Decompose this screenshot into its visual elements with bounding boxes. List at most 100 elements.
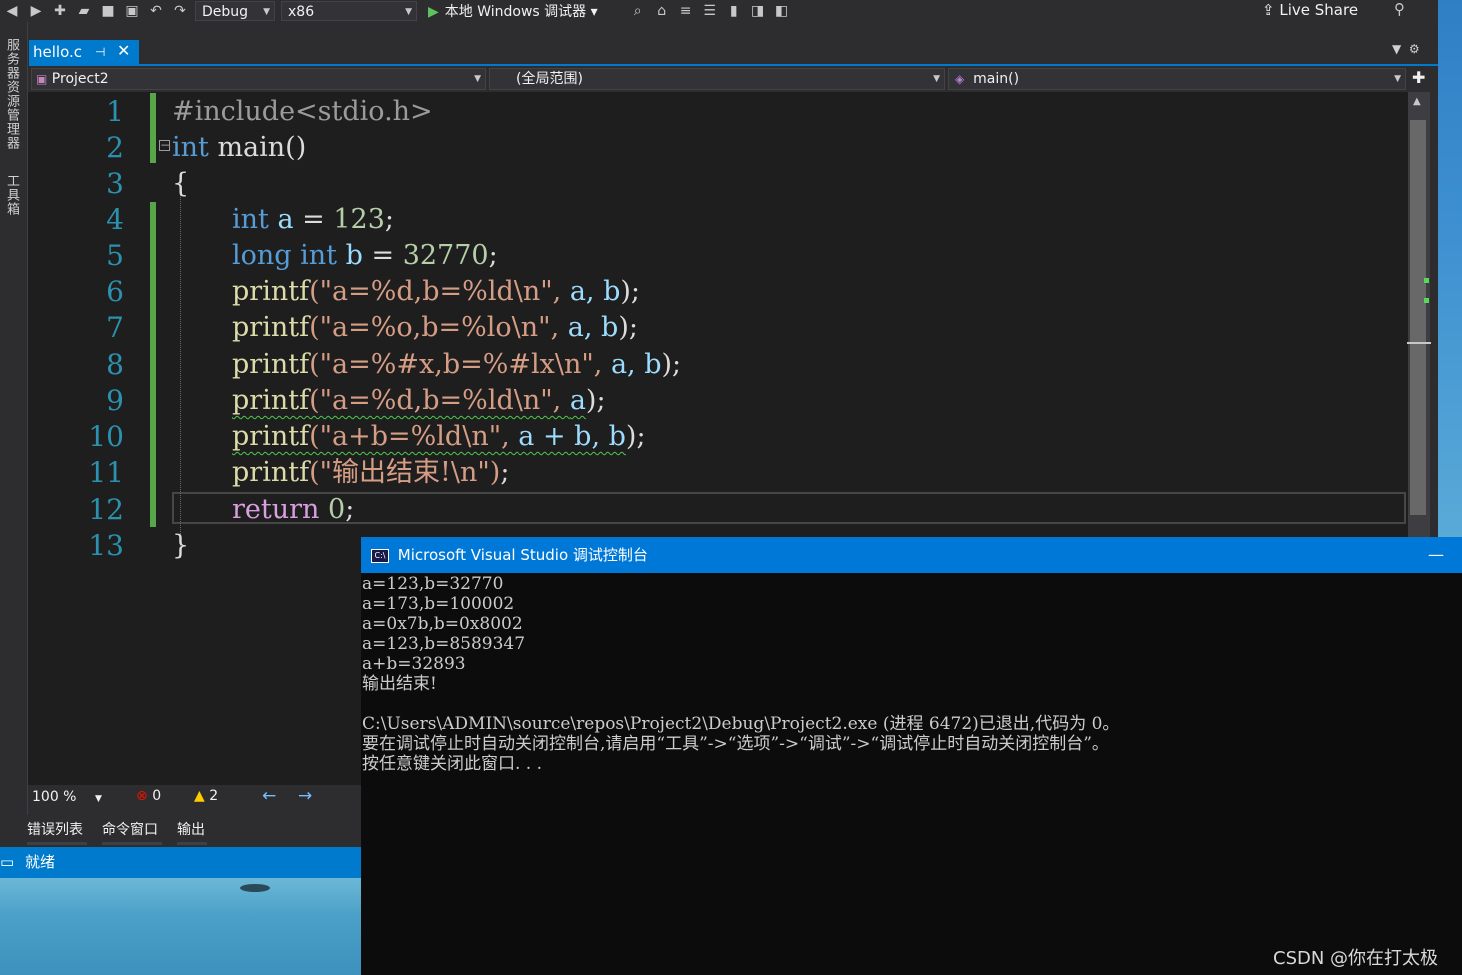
code-line-6: printf("a=%d,b=%ld\n", a, b); (232, 276, 640, 307)
line-number: 7 (106, 311, 124, 344)
platform-dropdown[interactable]: x86 ▼ (281, 1, 417, 21)
function-icon: ◈ (955, 72, 965, 86)
editor-status-strip: 100 % ▼ ⊗ 0 ▲ 2 ← → (28, 785, 361, 809)
debug-console-window[interactable]: C:\ Microsoft Visual Studio 调试控制台 — a=12… (361, 537, 1462, 975)
current-line-highlight (172, 492, 1406, 524)
bottom-panel-tabs: 错误列表 命令窗口 输出 (27, 815, 361, 847)
bookmark-prev-icon[interactable]: ◨ (748, 2, 768, 20)
tab-indicator (102, 842, 162, 845)
find-icon[interactable]: ⌕ (628, 2, 648, 20)
line-number: 6 (106, 275, 124, 308)
account-icon[interactable]: ⚲ (1394, 0, 1405, 18)
warning-icon: ▲ (194, 788, 205, 804)
line-number: 11 (88, 456, 124, 489)
forward-icon[interactable]: ▶ (26, 2, 46, 20)
main-toolbar: ◀ ▶ ✚ ▰ ■ ▣ ↶ ↷ Debug ▼ x86 ▼ ▶ 本地 Windows … (0, 0, 1440, 22)
code-line-2: int main() (172, 132, 307, 163)
close-icon[interactable]: ✕ (117, 39, 130, 63)
console-title-bar[interactable]: C:\ Microsoft Visual Studio 调试控制台 — (361, 537, 1462, 573)
indent-guide (180, 178, 182, 558)
bookmark-icon[interactable]: ▮ (724, 2, 744, 20)
scope-dropdown[interactable]: (全局范围) ▼ (489, 68, 945, 90)
project-dropdown[interactable]: ▣ Project2 ▼ (31, 68, 486, 90)
code-line-5: long int b = 32770; (232, 240, 498, 271)
zoom-dropdown[interactable]: 100 % ▼ (32, 789, 102, 805)
line-number: 9 (106, 384, 124, 417)
open-folder-icon[interactable]: ▰ (74, 2, 94, 20)
line-number: 10 (88, 420, 124, 453)
project-icon: ▣ (36, 72, 48, 86)
redo-icon[interactable]: ↷ (170, 2, 190, 20)
line-number: 3 (106, 167, 124, 200)
code-line-7: printf("a=%o,b=%lo\n", a, b); (232, 312, 638, 343)
scroll-up-icon[interactable]: ▲ (1413, 96, 1421, 107)
line-number: 12 (88, 493, 124, 526)
code-line-13: } (172, 530, 190, 561)
tab-indicator (177, 842, 207, 845)
line-number: 1 (106, 95, 124, 128)
navigation-bar: ▣ Project2 ▼ (全局范围) ▼ ◈ main() ▼ ✚ (29, 66, 1438, 92)
new-project-icon[interactable]: ✚ (50, 2, 70, 20)
change-indicator (150, 93, 156, 163)
chevron-down-icon: ▼ (263, 7, 270, 17)
document-tab-hello-c[interactable]: hello.c ⊣ ✕ (29, 40, 139, 64)
scroll-position-marker (1407, 342, 1431, 344)
chevron-down-icon: ▼ (1394, 74, 1401, 84)
member-dropdown[interactable]: ◈ main() ▼ (948, 68, 1406, 90)
minimize-icon[interactable]: — (1428, 537, 1444, 573)
errors-indicator[interactable]: ⊗ 0 (136, 788, 161, 804)
home-icon[interactable]: ⌂ (652, 2, 672, 20)
code-line-12: return 0; (232, 494, 355, 525)
save-all-icon[interactable]: ▣ (122, 2, 142, 20)
desktop-background (0, 878, 361, 975)
config-dropdown[interactable]: Debug ▼ (195, 1, 275, 21)
warnings-indicator[interactable]: ▲ 2 (194, 788, 218, 804)
code-line-1: #include<stdio.h> (172, 96, 433, 127)
status-bar: ▭ 就绪 (0, 847, 361, 878)
split-editor-icon[interactable]: ✚ (1412, 68, 1425, 87)
status-icon: ▭ (0, 853, 15, 871)
chevron-down-icon[interactable]: ▼ (1392, 42, 1401, 56)
code-line-11: printf("输出结束!\n"); (232, 457, 510, 488)
live-share-button[interactable]: ⇪ Live Share (1262, 0, 1358, 20)
undo-icon[interactable]: ↶ (146, 2, 166, 20)
line-number: 13 (88, 529, 124, 562)
collapse-icon[interactable]: − (159, 139, 170, 151)
chevron-down-icon: ▼ (474, 74, 481, 84)
play-icon: ▶ (428, 4, 439, 20)
tab-error-list[interactable]: 错误列表 (27, 819, 83, 839)
console-app-icon: C:\ (371, 548, 389, 563)
change-indicator (150, 202, 156, 527)
indent-icon[interactable]: ≡ (676, 2, 696, 20)
server-explorer-tab[interactable]: 服务器资源管理器 (2, 38, 21, 150)
chevron-down-icon: ▼ (933, 74, 940, 84)
line-number: 5 (106, 239, 124, 272)
tab-command-window[interactable]: 命令窗口 (102, 819, 158, 839)
pin-icon[interactable]: ⊣ (95, 40, 105, 64)
code-line-9: printf("a=%d,b=%ld\n", a); (232, 385, 606, 416)
tab-tools: ▼ ⚙ (1392, 42, 1420, 56)
gear-icon[interactable]: ⚙ (1409, 42, 1420, 56)
line-number: 4 (106, 203, 124, 236)
previous-issue-icon[interactable]: ← (262, 786, 276, 806)
save-icon[interactable]: ■ (98, 2, 118, 20)
chevron-down-icon: ▼ (405, 7, 412, 17)
code-line-10: printf("a+b=%ld\n", a + b, b); (232, 421, 646, 452)
error-icon: ⊗ (136, 788, 148, 804)
chevron-down-icon: ▼ (94, 794, 102, 804)
bookmark-next-icon[interactable]: ◧ (772, 2, 792, 20)
code-line-4: int a = 123; (232, 204, 395, 235)
left-tool-strip: 服务器资源管理器 工具箱 (0, 22, 28, 847)
desktop-background (1438, 0, 1462, 540)
back-icon[interactable]: ◀ (2, 2, 22, 20)
tab-output[interactable]: 输出 (177, 819, 205, 839)
line-number: 2 (106, 131, 124, 164)
change-marker (1424, 278, 1429, 283)
comment-icon[interactable]: ☰ (700, 2, 720, 20)
share-icon: ⇪ (1262, 1, 1275, 19)
scrollbar-thumb[interactable] (1410, 120, 1426, 515)
code-line-8: printf("a=%#x,b=%#lx\n", a, b); (232, 349, 682, 380)
start-debug-button[interactable]: ▶ 本地 Windows 调试器 ▾ (428, 1, 598, 21)
next-issue-icon[interactable]: → (298, 786, 312, 806)
toolbox-tab[interactable]: 工具箱 (2, 174, 21, 216)
